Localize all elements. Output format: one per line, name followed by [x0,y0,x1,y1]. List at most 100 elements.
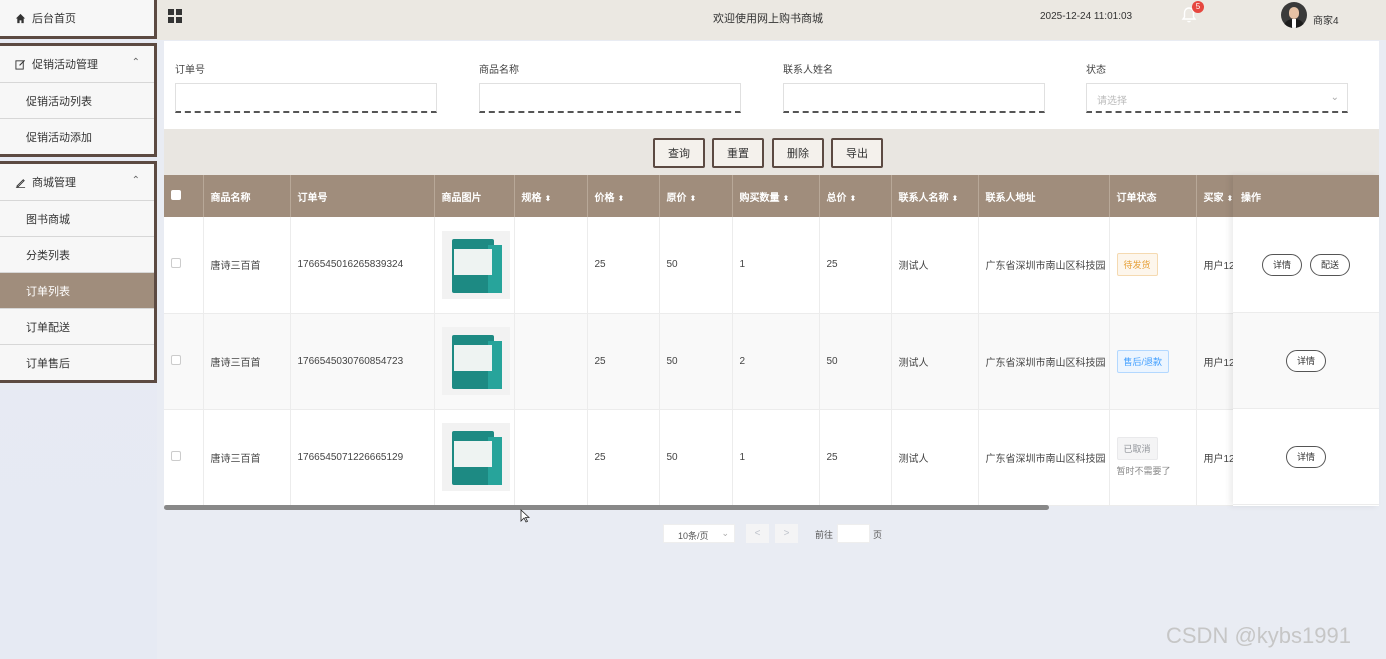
sidebar-group-mall[interactable]: 商城管理 ⌃ [0,164,154,200]
sidebar-item-promotion-list[interactable]: 促销活动列表 [0,82,154,118]
username[interactable]: 商家4 [1313,12,1339,27]
status-label: 状态 [1086,65,1106,76]
col-spec-label: 规格 [521,192,542,204]
reset-button[interactable]: 重置 [712,138,764,168]
col-price[interactable]: 价格 ⬍ [587,175,660,217]
table-row: 唐诗三百首 1766545016265839324 25 50 1 25 测试人… [164,217,1379,314]
sidebar-item-order-delivery[interactable]: 订单配送 [0,308,154,344]
cell-contact: 测试人 [891,313,979,410]
pen-icon [14,176,26,188]
cell-orig-price: 50 [659,313,733,410]
sort-icon[interactable]: ⬍ [952,194,959,203]
row-checkbox[interactable] [164,313,204,410]
col-contact-address: 联系人地址 [978,175,1110,217]
cell-address: 广东省深圳市南山区科技园 [978,409,1110,506]
chevron-up-icon: ⌃ [131,175,140,186]
cell-goods-image [434,217,515,314]
cell-status: 售后/退款 [1109,313,1197,410]
detail-button[interactable]: 详情 [1285,445,1326,468]
order-table: 商品名称 订单号 商品图片 规格 ⬍ 价格 ⬍ 原价 ⬍ 购买数量 ⬍ 总价 ⬍ 联系人名… [164,175,1379,506]
sidebar-group-label: 促销活动管理 [32,59,98,71]
cell-contact: 测试人 [891,217,979,314]
sidebar-group-promotion[interactable]: 促销活动管理 ⌃ [0,46,154,82]
mouse-cursor-icon [520,509,531,523]
sidebar-item-book-mall[interactable]: 图书商城 [0,200,154,236]
next-page-button[interactable]: > [775,524,798,543]
col-contact-name[interactable]: 联系人名称 ⬍ [891,175,979,217]
book-cover-image[interactable] [441,230,510,299]
sidebar-item-label: 后台首页 [32,13,76,25]
watermark: CSDN @kybs1991 [1166,623,1351,648]
cell-quantity: 2 [732,313,820,410]
cell-total: 25 [819,217,892,314]
status-badge: 售后/退款 [1116,349,1170,373]
home-icon [14,12,26,24]
action-bar: 查询 重置 删除 导出 [164,129,1379,175]
search-panel: 订单号 商品名称 联系人姓名 状态 请选择 ⌄ [164,41,1379,129]
sort-icon[interactable]: ⬍ [690,194,697,203]
order-no-input[interactable] [175,83,437,113]
status-placeholder: 请选择 [1097,96,1127,107]
sort-icon[interactable]: ⬍ [618,194,625,203]
sidebar-item-category-list[interactable]: 分类列表 [0,236,154,272]
col-quantity[interactable]: 购买数量 ⬍ [732,175,820,217]
cell-total: 50 [819,313,892,410]
chevron-down-icon: ⌄ [721,528,729,538]
status-badge: 已取消 [1116,437,1158,460]
sort-icon[interactable]: ⬍ [545,194,552,203]
delete-button[interactable]: 删除 [772,138,824,168]
menu-grid-icon[interactable] [168,9,182,23]
chevron-down-icon: ⌄ [1330,92,1339,103]
page-size-select[interactable]: 10条/页 ⌄ [663,524,735,543]
status-select[interactable]: 请选择 ⌄ [1086,83,1348,113]
row-checkbox[interactable] [164,409,204,506]
col-spec[interactable]: 规格 ⬍ [514,175,588,217]
sort-icon[interactable]: ⬍ [783,194,790,203]
menu-home-group: 后台首页 [0,0,157,39]
horizontal-scrollbar[interactable] [164,505,1049,510]
col-order-status: 订单状态 [1109,175,1197,217]
export-button[interactable]: 导出 [831,138,883,168]
book-cover-image[interactable] [441,423,510,491]
goto-page-input[interactable] [837,524,870,543]
select-all-checkbox[interactable] [164,175,204,217]
prev-page-button[interactable]: < [746,524,769,543]
col-total[interactable]: 总价 ⬍ [819,175,892,217]
detail-button[interactable]: 详情 [1261,253,1302,276]
menu-group-promotion: 促销活动管理 ⌃ 促销活动列表 促销活动添加 [0,43,157,157]
cell-orig-price: 50 [659,409,733,506]
cell-goods-name: 唐诗三百首 [203,313,291,410]
book-cover-image[interactable] [441,327,510,395]
query-button[interactable]: 查询 [653,138,705,168]
sidebar-group-label: 商城管理 [32,177,76,189]
cell-spec [514,217,588,314]
goto-prefix: 前往 [815,530,834,540]
col-goods-name: 商品名称 [203,175,291,217]
topbar: 欢迎使用网上购书商城 2025-12-24 11:01:03 5 商家4 [157,0,1386,40]
chevron-up-icon: ⌃ [131,57,140,68]
goods-name-input[interactable] [479,83,741,113]
deliver-button[interactable]: 配送 [1310,253,1351,276]
table-row: 唐诗三百首 1766545071226665129 25 50 1 25 测试人… [164,409,1379,506]
cell-orig-price: 50 [659,217,733,314]
cell-contact: 测试人 [891,409,979,506]
sort-icon[interactable]: ⬍ [850,194,857,203]
col-price-label: 价格 [594,192,615,204]
sidebar-item-order-list[interactable]: 订单列表 [0,272,154,308]
contact-name-input[interactable] [783,83,1045,113]
table-header-row: 商品名称 订单号 商品图片 规格 ⬍ 价格 ⬍ 原价 ⬍ 购买数量 ⬍ 总价 ⬍ 联系人名… [164,175,1379,217]
sidebar-item-promotion-add[interactable]: 促销活动添加 [0,118,154,154]
sidebar-item-after-sales[interactable]: 订单售后 [0,344,154,380]
sidebar-item-home[interactable]: 后台首页 [0,0,154,36]
col-orig-price[interactable]: 原价 ⬍ [659,175,733,217]
detail-button[interactable]: 详情 [1285,349,1326,372]
notification-badge: 5 [1192,1,1204,13]
avatar[interactable] [1281,2,1307,28]
col-quantity-label: 购买数量 [739,192,780,204]
row-checkbox[interactable] [164,217,204,314]
cell-goods-image [434,409,515,506]
cell-spec [514,409,588,506]
cell-address: 广东省深圳市南山区科技园 [978,217,1110,314]
cell-price: 25 [587,409,660,506]
page-size-label: 10条/页 [678,531,709,541]
